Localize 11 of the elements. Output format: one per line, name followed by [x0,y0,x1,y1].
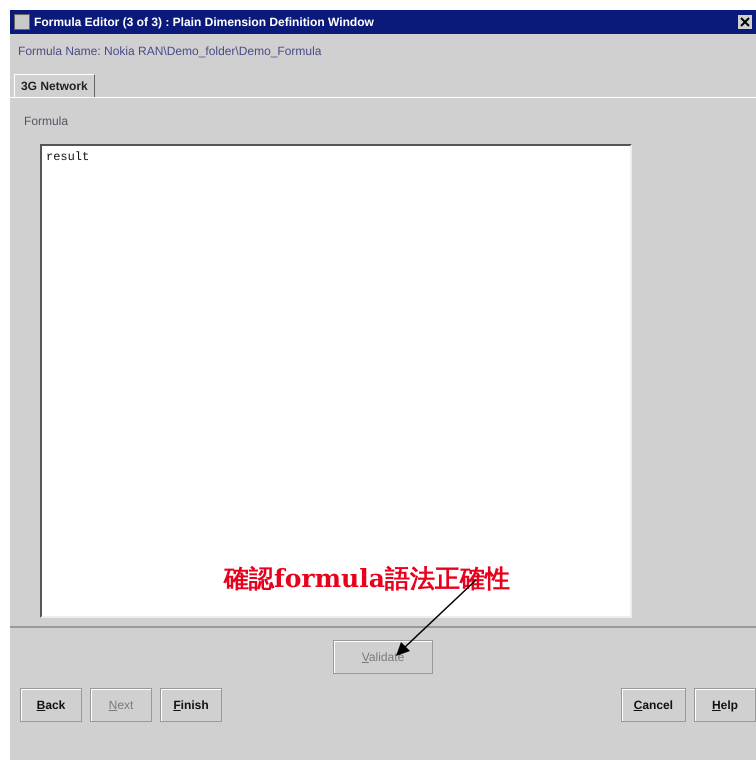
annotation-text: 確認formula語法正確性 [224,563,510,595]
dialog-button[interactable]: Cancel [620,688,686,722]
tab[interactable]: 3G Network [14,74,95,97]
window-icon [14,14,30,30]
formula-label: Formula [24,114,68,128]
nav-button[interactable]: Finish [160,688,222,722]
window-title: Formula Editor (3 of 3) : Plain Dimension Definition Window [34,15,375,29]
close-icon[interactable] [738,15,752,29]
formula-name: Formula Name: Nokia RAN\Demo_folder\Demo_Formula [17,43,322,60]
dialog-button[interactable]: Help [694,688,756,722]
nav-button[interactable]: Back [20,688,82,722]
